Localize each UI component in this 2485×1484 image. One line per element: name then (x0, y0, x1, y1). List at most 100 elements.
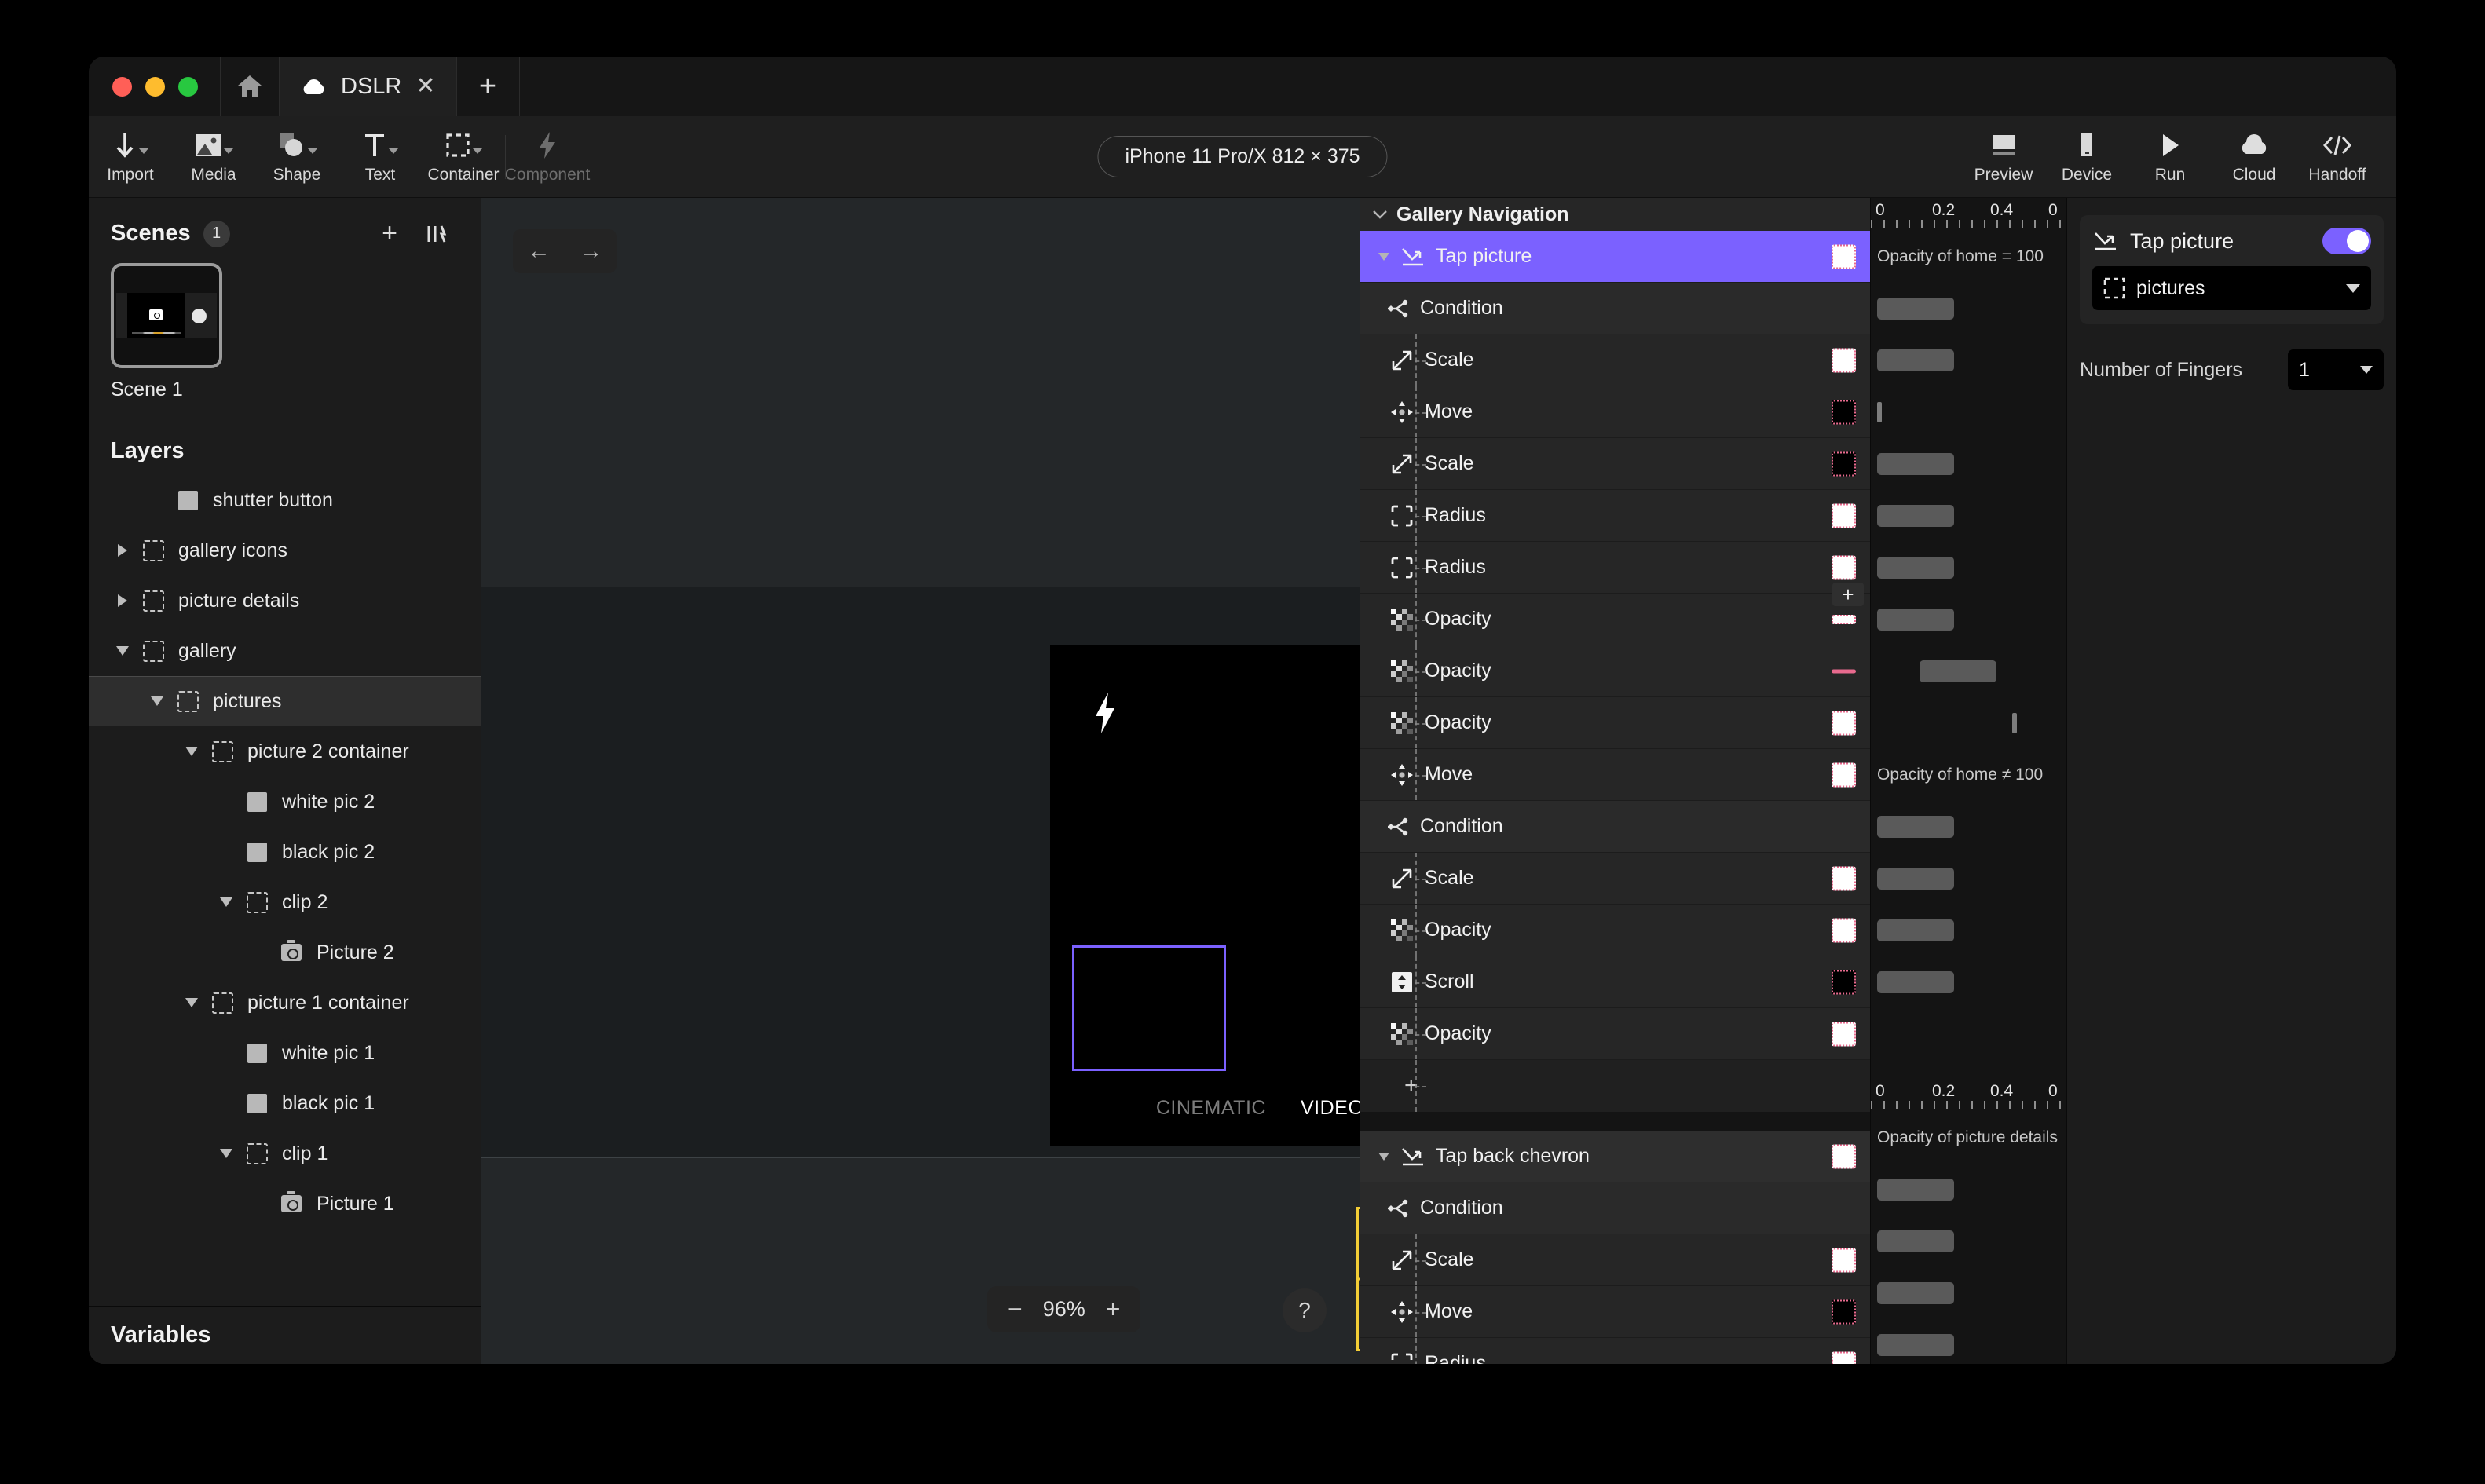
condition-row[interactable]: Condition (1360, 801, 1870, 853)
action-swatch[interactable] (1832, 669, 1856, 673)
layer-row[interactable]: black pic 1 (89, 1078, 481, 1128)
layer-row[interactable]: shutter button (89, 475, 481, 525)
timeline-bar-row[interactable] (1871, 594, 2066, 645)
run-button[interactable]: Run (2128, 116, 2212, 197)
action-row[interactable]: Opacity (1360, 645, 1870, 697)
layer-row[interactable]: picture details (89, 576, 481, 626)
close-icon[interactable]: ✕ (415, 75, 435, 98)
device-selector[interactable]: iPhone 11 Pro/X 812 × 375 (1097, 136, 1388, 177)
timeline-bar[interactable] (1877, 971, 1954, 993)
timeline-bar-row[interactable] (1871, 905, 2066, 956)
disclosure-toggle[interactable] (1373, 252, 1395, 261)
layer-row[interactable]: Picture 2 (89, 927, 481, 978)
disclosure-toggle[interactable] (178, 998, 205, 1007)
timeline-bar[interactable] (2012, 713, 2017, 733)
handoff-button[interactable]: Handoff (2296, 116, 2379, 197)
shape-tool[interactable]: Shape (255, 116, 339, 197)
disclosure-toggle[interactable] (144, 696, 170, 706)
media-tool[interactable]: Media (172, 116, 255, 197)
timeline-bar-row[interactable] (1871, 438, 2066, 490)
layer-row[interactable]: picture 1 container (89, 978, 481, 1028)
add-scene-icon[interactable]: + (374, 218, 405, 249)
canvas-area[interactable]: ← → 1x CINEMATICVIDEOPH (481, 198, 2002, 1364)
scene-thumbnail[interactable] (111, 263, 222, 368)
action-row[interactable]: Opacity (1360, 905, 1870, 956)
device-button[interactable]: Device (2045, 116, 2128, 197)
layer-row[interactable]: black pic 2 (89, 827, 481, 877)
zoom-in-button[interactable]: + (1106, 1295, 1121, 1324)
action-row[interactable]: Move (1360, 749, 1870, 801)
action-row[interactable]: Opacity + (1360, 583, 1870, 645)
timeline-bar[interactable] (1877, 453, 1954, 475)
timeline-bar[interactable] (1877, 557, 1954, 579)
layer-row[interactable]: clip 1 (89, 1128, 481, 1179)
camera-mode-cinematic[interactable]: CINEMATIC (1156, 1097, 1266, 1120)
variables-section[interactable]: Variables (89, 1306, 481, 1364)
timeline-bar[interactable] (1877, 868, 1954, 890)
disclosure-toggle[interactable] (109, 544, 136, 557)
action-swatch[interactable] (1832, 1022, 1856, 1046)
action-row[interactable]: Radius (1360, 1338, 1870, 1364)
project-tab[interactable]: DSLR ✕ (280, 57, 457, 116)
action-row[interactable]: Scale (1360, 853, 1870, 905)
zoom-out-button[interactable]: − (1008, 1295, 1023, 1324)
timeline-bar[interactable] (1877, 505, 1954, 527)
action-swatch[interactable] (1832, 503, 1856, 528)
timeline-bar-row[interactable] (1871, 645, 2066, 697)
layer-row[interactable]: white pic 1 (89, 1028, 481, 1078)
disclosure-toggle[interactable] (109, 646, 136, 656)
add-action-float-button[interactable]: + (1832, 583, 1864, 606)
timeline-bar[interactable] (1877, 298, 1954, 320)
action-row[interactable]: Move (1360, 1286, 1870, 1338)
flash-bolt-icon[interactable] (1091, 691, 1119, 735)
home-button[interactable] (220, 57, 280, 116)
cloud-button[interactable]: Cloud (2212, 116, 2296, 197)
close-window-button[interactable] (112, 76, 132, 97)
timeline-bar-row[interactable] (1871, 1267, 2066, 1319)
new-tab-button[interactable]: + (457, 57, 520, 116)
flow-icon[interactable] (418, 223, 459, 245)
disclosure-toggle[interactable] (213, 897, 240, 907)
action-row[interactable]: Opacity (1360, 697, 1870, 749)
minimize-window-button[interactable] (145, 76, 165, 97)
layer-row[interactable]: pictures (89, 676, 481, 726)
action-swatch[interactable] (1832, 918, 1856, 942)
timeline-bar-row[interactable] (1871, 697, 2066, 749)
preview-button[interactable]: Preview (1962, 116, 2045, 197)
timeline-bar-row[interactable] (1871, 283, 2066, 334)
action-swatch[interactable] (1832, 1351, 1856, 1364)
condition-row[interactable]: Condition (1360, 1182, 1870, 1234)
timeline-bar-row[interactable] (1871, 334, 2066, 386)
interaction-event-row[interactable]: Tap back chevron (1360, 1131, 1870, 1182)
action-row[interactable]: Scale (1360, 1234, 1870, 1286)
target-layer-select[interactable]: pictures (2092, 266, 2371, 310)
interaction-rows[interactable]: Tap picture Condition Scale Move Scale Radius… (1360, 231, 1870, 1364)
nav-forward-button[interactable]: → (565, 229, 617, 273)
timeline-bar[interactable] (1877, 1230, 1954, 1252)
timeline-bar-row[interactable] (1871, 1215, 2066, 1267)
disclosure-toggle[interactable] (213, 1149, 240, 1158)
timeline-graph[interactable]: 0 0.2 0.4 0 Opacity of home = 100 Opacity of … (1870, 198, 2066, 1364)
layer-row[interactable]: white pic 2 (89, 777, 481, 827)
timeline-bar-row[interactable] (1871, 490, 2066, 542)
layer-row[interactable]: Picture 1 (89, 1179, 481, 1229)
timeline-bar-row[interactable] (1871, 386, 2066, 438)
layers-list[interactable]: shutter button gallery icons picture detai… (89, 475, 481, 1306)
selection-box-pictures[interactable] (1072, 945, 1226, 1071)
action-swatch[interactable] (1832, 866, 1856, 890)
action-swatch[interactable] (1832, 614, 1856, 624)
event-enabled-toggle[interactable] (2322, 228, 2371, 254)
layer-row[interactable]: picture 2 container (89, 726, 481, 777)
action-row[interactable]: Move (1360, 386, 1870, 438)
action-row[interactable]: Radius (1360, 490, 1870, 542)
action-swatch[interactable] (1832, 1248, 1856, 1272)
action-swatch[interactable] (1832, 1299, 1856, 1324)
maximize-window-button[interactable] (178, 76, 198, 97)
action-swatch[interactable] (1832, 711, 1856, 735)
timeline-bar-row[interactable] (1871, 801, 2066, 853)
timeline-bar[interactable] (1877, 349, 1954, 371)
event-swatch[interactable] (1832, 1144, 1856, 1168)
event-swatch[interactable] (1832, 244, 1856, 269)
layer-row[interactable]: gallery (89, 626, 481, 676)
camera-mode-video[interactable]: VIDEO (1301, 1097, 1363, 1120)
